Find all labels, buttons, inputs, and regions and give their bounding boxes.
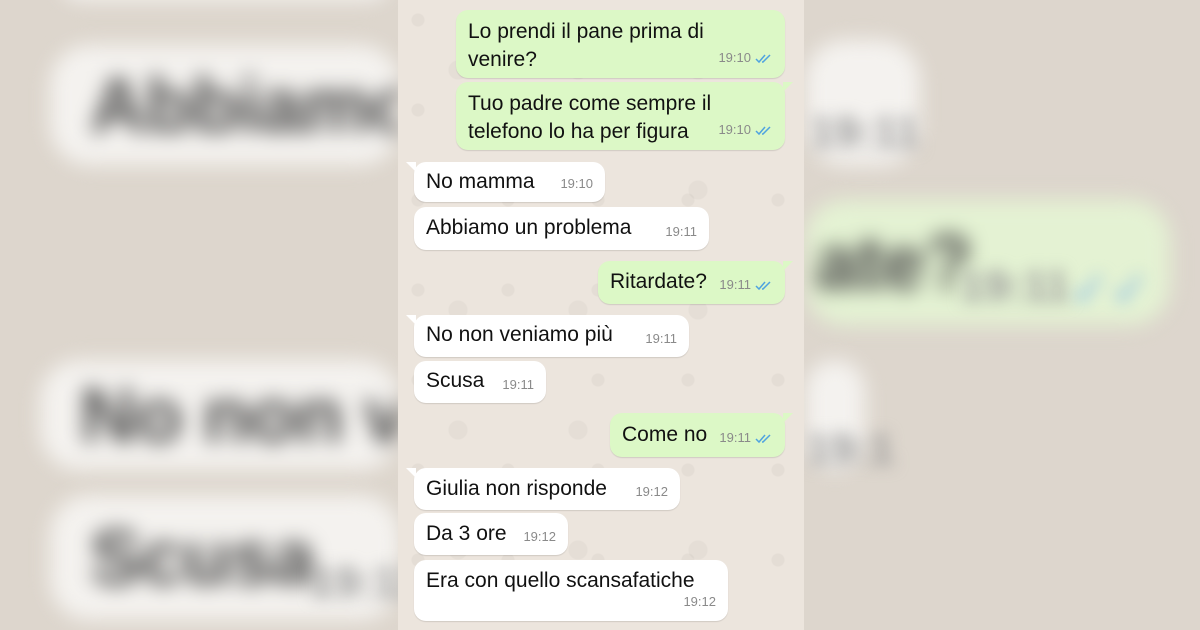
message-bubble-incoming[interactable]: No mamma 19:10	[406, 162, 605, 202]
message-bubble-incoming[interactable]: Scusa 19:11	[414, 361, 546, 403]
message-meta: 19:12	[683, 588, 716, 616]
bg-bubble-abbiamo: Abbiamo u	[50, 45, 400, 165]
message-time: 19:10	[718, 50, 751, 65]
message-text: Era con quello scansafatiche	[426, 569, 695, 592]
message-meta: 19:11	[665, 218, 697, 246]
bg-text-abbiamo: Abbiamo u	[90, 60, 400, 149]
message-bubble-outgoing[interactable]: Tuo padre come sempre il telefono lo ha …	[456, 82, 793, 150]
message-meta: 19:10	[718, 44, 773, 72]
message-time: 19:11	[665, 224, 697, 239]
message-bubble-incoming[interactable]: No non veniamo più 19:11	[406, 315, 689, 357]
message-time: 19:10	[560, 176, 593, 191]
message-text: Da 3 ore	[426, 522, 507, 545]
message-text: Scusa	[426, 369, 485, 392]
message-bubble-outgoing[interactable]: Ritardate? 19:11	[598, 261, 793, 304]
message-text: Ritardate?	[610, 270, 707, 293]
bg-double-check-icon: ✓✓	[1070, 264, 1151, 317]
message-meta: 19:12	[635, 478, 668, 506]
message-meta: 19:11	[645, 325, 677, 353]
message-meta: 19:11	[502, 371, 534, 399]
message-text: No mamma	[426, 170, 535, 193]
message-text: No non veniamo più	[426, 323, 613, 346]
message-time: 19:11	[719, 277, 751, 292]
message-text: Giulia non risponde	[426, 477, 607, 500]
message-bubble-incoming[interactable]: Era con quello scansafatiche 19:12	[414, 560, 728, 621]
message-time: 19:10	[718, 122, 751, 137]
message-text: Abbiamo un problema	[426, 216, 632, 239]
double-check-icon	[755, 125, 771, 135]
message-bubble-incoming[interactable]: Da 3 ore 19:12	[414, 513, 568, 555]
message-meta: 19:11	[719, 271, 773, 299]
bg-time-right-mid: 19:1	[806, 425, 895, 474]
message-bubble-outgoing[interactable]: Come no 19:11	[610, 413, 793, 457]
message-bubble-incoming[interactable]: Giulia non risponde 19:12	[406, 468, 680, 510]
message-time: 19:11	[645, 331, 677, 346]
double-check-icon	[755, 280, 771, 290]
message-bubble-outgoing[interactable]: Lo prendi il pane prima di venire? 19:10	[456, 10, 785, 78]
message-time: 19:11	[502, 377, 534, 392]
bg-time-right-top: 19:11	[810, 108, 921, 157]
bg-text-no-non: No non ve	[80, 370, 400, 459]
message-meta: 19:12	[523, 523, 556, 551]
bg-bubble-no-non: No non ve	[40, 360, 400, 470]
bg-text-scusa: Scusa	[90, 513, 316, 601]
bg-time-ritardate: 19:11	[960, 262, 1071, 311]
message-time: 19:12	[523, 529, 556, 544]
double-check-icon	[755, 53, 771, 63]
message-meta: 19:10	[718, 116, 773, 144]
chat-conversation[interactable]: Lo prendi il pane prima di venire? 19:10…	[398, 0, 804, 630]
bg-text-ritardate: ate?	[815, 218, 972, 306]
message-bubble-incoming[interactable]: Abbiamo un problema 19:11	[414, 207, 709, 250]
message-text: Come no	[622, 423, 708, 446]
message-text: Tuo padre come sempre il telefono lo ha …	[468, 92, 712, 143]
double-check-icon	[755, 433, 771, 443]
message-meta: 19:11	[719, 424, 773, 452]
message-time: 19:11	[719, 430, 751, 445]
message-text: Lo prendi il pane prima di venire?	[468, 20, 704, 71]
message-meta: 19:10	[560, 170, 593, 198]
message-time: 19:12	[635, 484, 668, 499]
message-time: 19:12	[683, 594, 716, 609]
